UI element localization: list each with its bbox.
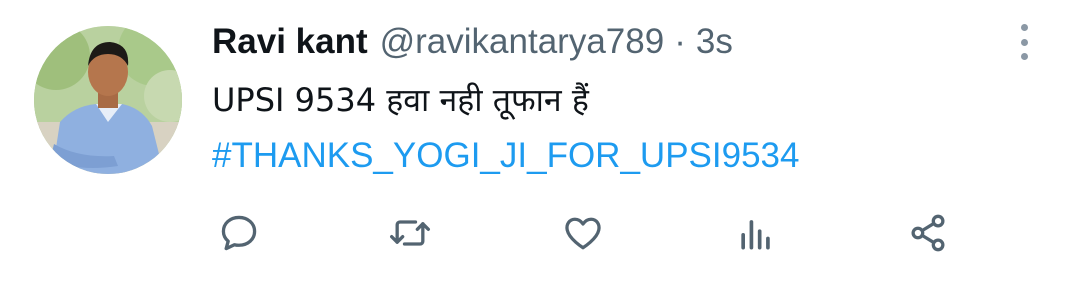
like-button[interactable] (556, 206, 610, 260)
action-bar (0, 206, 1080, 260)
tweet-card[interactable]: Ravi kant @ravikantarya789 · 3s UPSI 953… (0, 0, 1080, 301)
tweet-header: Ravi kant @ravikantarya789 · 3s (212, 22, 733, 66)
tweet-text: UPSI 9534 हवा नही तूफान हैं (212, 81, 589, 119)
retweet-icon (390, 220, 430, 246)
share-icon (911, 214, 945, 252)
retweet-button[interactable] (383, 206, 437, 260)
timestamp[interactable]: 3s (696, 22, 733, 62)
reply-icon (221, 215, 257, 251)
hashtag-link[interactable]: #THANKS_YOGI_JI_FOR_UPSI9534 (212, 134, 799, 178)
like-icon (565, 217, 601, 250)
avatar-photo (34, 26, 182, 174)
views-button[interactable] (729, 206, 783, 260)
analytics-icon (741, 220, 770, 250)
author-name[interactable]: Ravi kant (212, 22, 368, 62)
share-button[interactable] (901, 206, 955, 260)
reply-button[interactable] (212, 206, 266, 260)
separator-dot: · (674, 22, 686, 61)
author-handle[interactable]: @ravikantarya789 (380, 22, 665, 62)
more-vertical-icon[interactable] (1014, 24, 1034, 60)
avatar[interactable] (34, 26, 182, 174)
